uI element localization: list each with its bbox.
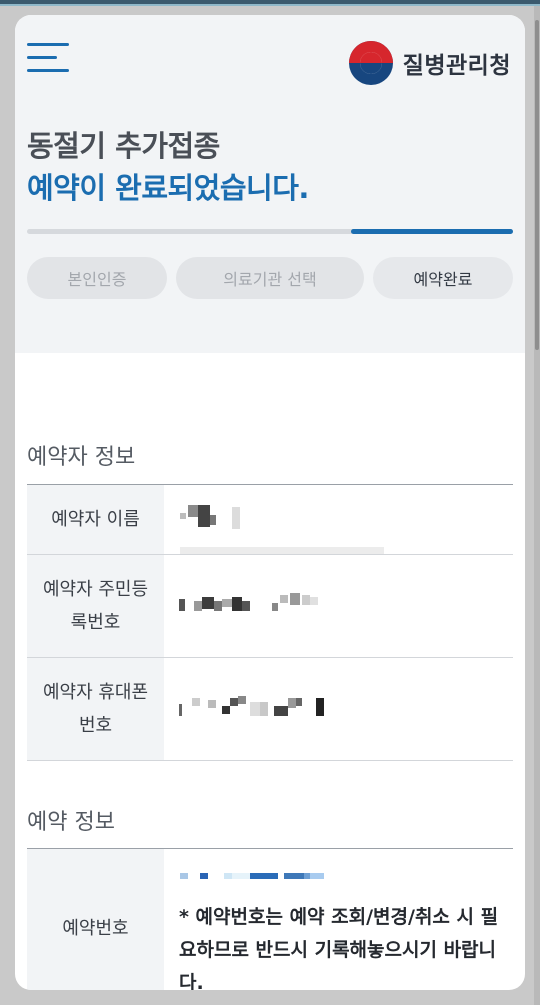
scrollbar-track[interactable] [534,6,540,1005]
reserver-info-table: 예약자 이름 예약자 주민등록번호 예약자 휴대폰번호 [27,484,513,761]
taegeuk-logo-icon [348,41,393,85]
bottom-overlay [15,990,525,1005]
reservation-number-notice: * 예약번호는 예약 조회/변경/취소 시 필요하므로 반드시 기록해놓으시기 … [179,906,499,990]
reservation-complete-card: 질병관리청 동절기 추가접종 예약이 완료되었습니다. 본인인증 의료기관 선택… [15,15,525,990]
reservation-info-title: 예약 정보 [27,810,115,835]
kdca-logo[interactable]: 질병관리청 [348,40,511,86]
step-progress-bar [27,229,513,234]
reserver-rrn-value [164,555,513,657]
logo-text: 질병관리청 [402,53,511,79]
reserver-rrn-label: 예약자 주민등록번호 [27,555,164,657]
table-row: 예약번호 * 예약번호는 예약 조회/변경/취소 시 필요하므로 반드시 기록해… [27,849,513,990]
reserver-name-value [164,485,513,554]
reservation-number-value: * 예약번호는 예약 조회/변경/취소 시 필요하므로 반드시 기록해놓으시기 … [164,849,513,990]
reservation-number-label: 예약번호 [27,849,164,990]
table-row: 예약자 이름 [27,485,513,555]
reserver-name-label: 예약자 이름 [27,485,164,554]
scrollbar-thumb[interactable] [535,20,539,350]
menu-icon[interactable] [27,43,69,75]
table-row: 예약자 휴대폰번호 [27,658,513,761]
page-header: 질병관리청 동절기 추가접종 예약이 완료되었습니다. 본인인증 의료기관 선택… [15,15,525,353]
step-progress-fill [351,229,513,234]
step-indicator: 본인인증 의료기관 선택 예약완료 [27,257,513,299]
table-row: 예약자 주민등록번호 [27,555,513,658]
reserver-phone-value [164,658,513,760]
reserver-phone-label: 예약자 휴대폰번호 [27,658,164,760]
step-select-medical-institution: 의료기관 선택 [176,257,364,299]
top-status-strip [0,0,540,6]
step-identity-verification: 본인인증 [27,257,167,299]
step-reservation-complete: 예약완료 [373,257,513,299]
reserver-info-title: 예약자 정보 [27,445,136,470]
page-title-line2: 예약이 완료되었습니다. [27,171,309,205]
reservation-info-table: 예약번호 * 예약번호는 예약 조회/변경/취소 시 필요하므로 반드시 기록해… [27,848,513,990]
page-title-line1: 동절기 추가접종 [27,129,220,163]
